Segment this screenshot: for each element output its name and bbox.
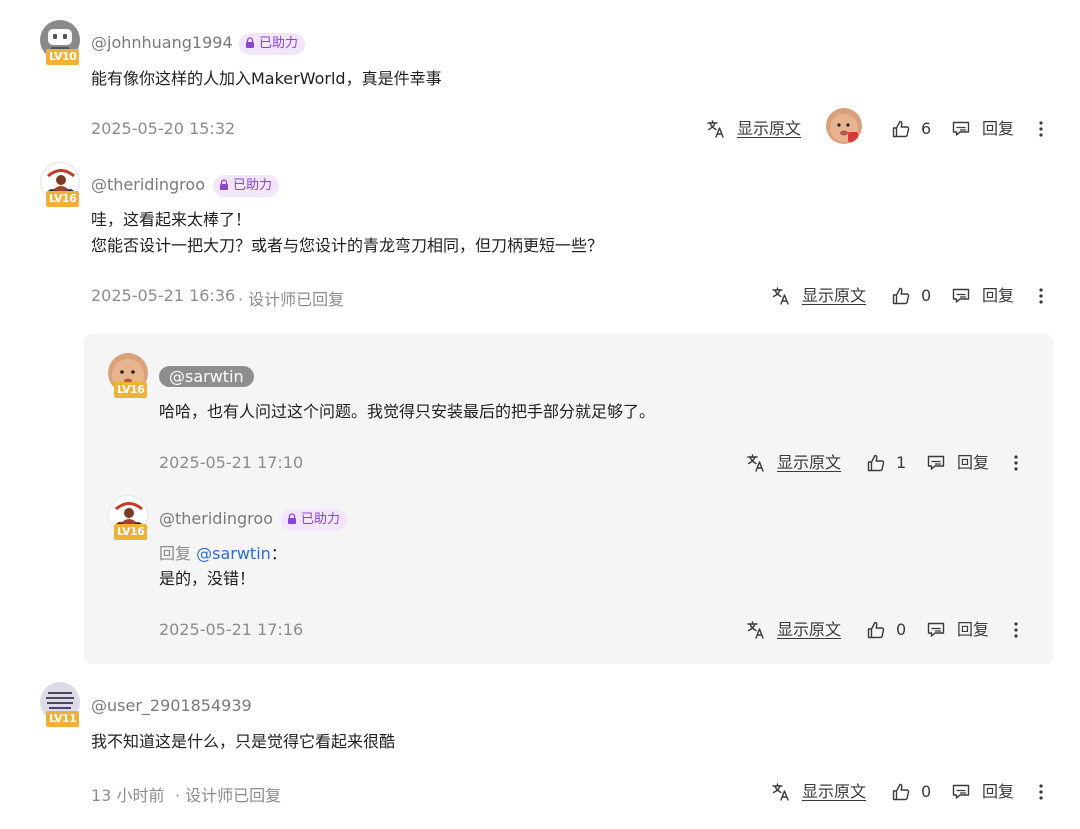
thumbs-up-icon[interactable]	[866, 453, 886, 473]
thumbs-up-icon[interactable]	[891, 782, 911, 802]
like-count: 1	[896, 453, 907, 472]
reply-icon[interactable]	[926, 453, 946, 473]
reply-context: 回复 @sarwtin：	[159, 541, 287, 567]
face-avatar-icon	[830, 114, 858, 142]
boosted-badge: 已助力	[239, 33, 306, 55]
reply-text: 是的，没错！	[159, 569, 256, 588]
comment-text: 我不知道这是什么，只是觉得它看起来很酷	[91, 732, 396, 751]
avatar[interactable]: LV16	[108, 495, 148, 540]
avatar[interactable]: LV10	[40, 20, 80, 65]
show-original-link[interactable]: 显示原文	[802, 284, 866, 308]
badge-label: 已助力	[233, 178, 273, 193]
username-tag[interactable]: @sarwtin	[159, 366, 254, 387]
translate-icon[interactable]	[706, 119, 726, 139]
boosted-badge: 已助力	[281, 509, 348, 531]
comment-actions: 显示原文 0 回复	[0, 780, 1080, 804]
translate-icon[interactable]	[771, 286, 791, 306]
level-badge: LV16	[46, 191, 80, 207]
comment-text: 哇，这看起来太棒了！	[91, 210, 252, 229]
reply-button[interactable]: 回复	[982, 284, 1014, 308]
badge-label: 已助力	[301, 512, 341, 527]
username[interactable]: @user_2901854939	[91, 696, 252, 715]
thumbs-up-icon[interactable]	[891, 119, 911, 139]
level-badge: LV16	[114, 524, 148, 540]
reply-icon[interactable]	[951, 782, 971, 802]
show-original-link[interactable]: 显示原文	[802, 780, 866, 804]
show-original-link[interactable]: 显示原文	[777, 451, 841, 475]
badge-label: 已助力	[259, 36, 299, 51]
level-badge: LV11	[46, 711, 80, 727]
show-original-link[interactable]: 显示原文	[777, 618, 841, 642]
comment-text: 能有像你这样的人加入MakerWorld，真是件幸事	[91, 69, 442, 88]
avatar[interactable]: LV16	[108, 353, 148, 398]
thumbs-up-icon[interactable]	[866, 620, 886, 640]
username[interactable]: @theridingroo	[159, 509, 273, 528]
lock-icon	[219, 179, 229, 190]
more-options-icon[interactable]	[1031, 119, 1051, 139]
username[interactable]: @johnhuang1994	[91, 33, 233, 52]
like-count: 0	[921, 286, 932, 305]
translate-icon[interactable]	[746, 620, 766, 640]
boosted-badge: 已助力	[213, 175, 280, 197]
like-count: 0	[921, 782, 932, 801]
reply-prefix: 回复	[159, 544, 192, 563]
show-original-link[interactable]: 显示原文	[737, 117, 801, 141]
translate-icon[interactable]	[746, 453, 766, 473]
comment-actions: 显示原文 0 回复	[0, 284, 1080, 308]
more-options-icon[interactable]	[1031, 782, 1051, 802]
reply-button[interactable]: 回复	[982, 117, 1014, 141]
more-options-icon[interactable]	[1031, 286, 1051, 306]
level-badge: LV16	[114, 382, 148, 398]
more-options-icon[interactable]	[1006, 620, 1026, 640]
like-count: 6	[921, 119, 932, 138]
comment-text: 您能否设计一把大刀？或者与您设计的青龙弯刀相同，但刀柄更短一些？	[91, 236, 604, 255]
reply-button[interactable]: 回复	[982, 780, 1014, 804]
more-options-icon[interactable]	[1006, 453, 1026, 473]
reply-icon[interactable]	[926, 620, 946, 640]
avatar[interactable]: LV16	[40, 162, 80, 207]
thumbs-up-icon[interactable]	[891, 286, 911, 306]
like-count: 0	[896, 620, 907, 639]
username[interactable]: @theridingroo	[91, 175, 205, 194]
mention-link[interactable]: @sarwtin	[196, 544, 271, 563]
translate-icon[interactable]	[771, 782, 791, 802]
reply-icon[interactable]	[951, 119, 971, 139]
reply-actions: 显示原文 0 回复	[0, 618, 1080, 642]
level-badge: LV10	[46, 49, 80, 65]
comment-actions: 显示原文 6 回复	[0, 108, 1080, 144]
avatar[interactable]: LV11	[40, 682, 80, 727]
reply-colon: ：	[270, 544, 287, 563]
lock-icon	[287, 513, 297, 524]
reply-button[interactable]: 回复	[957, 618, 989, 642]
reply-actions: 显示原文 1 回复	[0, 451, 1080, 475]
liker-avatar[interactable]	[826, 108, 862, 144]
reply-icon[interactable]	[951, 286, 971, 306]
reply-text: 哈哈，也有人问过这个问题。我觉得只安装最后的把手部分就足够了。	[159, 402, 656, 421]
reply-button[interactable]: 回复	[957, 451, 989, 475]
lock-icon	[245, 37, 255, 48]
